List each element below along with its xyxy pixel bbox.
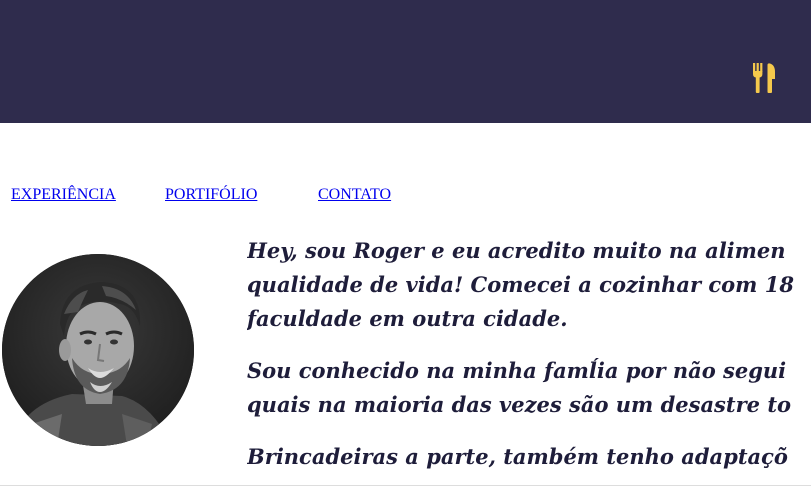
about-line: faculdade em outra cidade. — [247, 306, 568, 331]
about-line: Hey, sou Roger e eu acredito muito na al… — [247, 238, 786, 263]
divider — [0, 485, 811, 486]
about-text: Hey, sou Roger e eu acredito muito na al… — [247, 234, 811, 487]
nav-link-contato[interactable]: CONTATO — [318, 186, 391, 204]
main-nav: EXPERIÊNCIA PORTIFÓLIO CONTATO — [0, 186, 811, 208]
site-header — [0, 0, 811, 123]
about-line: Sou conhecido na minha famĺia por não se… — [247, 358, 787, 383]
about-line: quais na maioria das vezes são um desast… — [247, 392, 792, 417]
nav-link-experiencia[interactable]: EXPERIÊNCIA — [11, 186, 116, 204]
about-paragraph-2: Sou conhecido na minha famĺia por não se… — [247, 354, 811, 422]
about-paragraph-1: Hey, sou Roger e eu acredito muito na al… — [247, 234, 811, 336]
avatar — [2, 254, 194, 446]
about-line: qualidade de vida! Comecei a cozinhar co… — [247, 272, 794, 297]
fork-knife-icon[interactable] — [751, 63, 777, 93]
about-line: Brincadeiras a parte, também tenho adapt… — [247, 444, 788, 469]
nav-link-portifolio[interactable]: PORTIFÓLIO — [165, 186, 257, 204]
about-paragraph-3: Brincadeiras a parte, também tenho adapt… — [247, 440, 811, 474]
